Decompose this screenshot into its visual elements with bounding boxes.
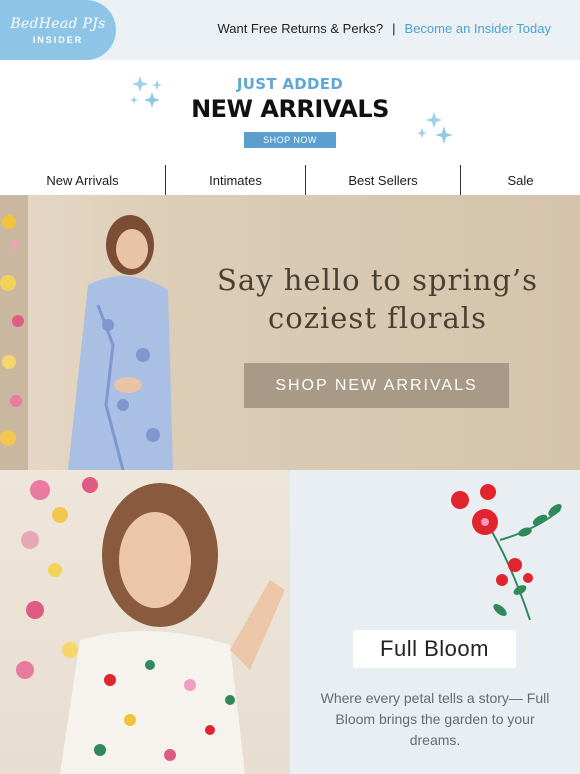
sparkle-icon <box>417 112 453 144</box>
logo-subtitle: INSIDER <box>32 34 84 45</box>
category-nav: New Arrivals Intimates Best Sellers Sale <box>0 165 580 195</box>
just-added-section: JUST ADDED NEW ARRIVALS SHOP NOW <box>0 60 580 164</box>
full-bloom-title: Full Bloom <box>353 630 516 668</box>
nav-new-arrivals[interactable]: New Arrivals <box>0 165 166 195</box>
become-insider-link[interactable]: Become an Insider Today <box>405 21 551 36</box>
full-bloom-model-photo[interactable] <box>0 470 290 774</box>
nav-best-sellers[interactable]: Best Sellers <box>306 165 461 195</box>
insider-logo[interactable]: BedHead PJs INSIDER <box>0 0 116 60</box>
promo-text: Want Free Returns & Perks? <box>217 21 384 36</box>
banner-floral-edge <box>0 195 28 470</box>
full-bloom-panel: Full Bloom Where every petal tells a sto… <box>290 470 580 774</box>
flower-illustration <box>451 484 562 621</box>
top-bar: BedHead PJs INSIDER Want Free Returns & … <box>0 0 580 60</box>
full-bloom-description: Where every petal tells a story— Full Bl… <box>320 690 550 748</box>
shop-now-button[interactable]: SHOP NOW <box>244 132 336 148</box>
promo-separator: | <box>392 21 396 36</box>
new-arrivals-title: NEW ARRIVALS <box>191 95 389 123</box>
model-in-floral-pajamas <box>16 477 285 774</box>
spring-florals-banner[interactable]: Say hello to spring’s coziest florals SH… <box>0 195 580 470</box>
logo-script-text: BedHead PJs <box>10 15 106 32</box>
nav-intimates[interactable]: Intimates <box>166 165 306 195</box>
shop-new-arrivals-button[interactable]: SHOP NEW ARRIVALS <box>244 363 509 408</box>
model-in-blue-floral-pajamas <box>68 215 173 470</box>
banner-headline: Say hello to spring’s coziest florals <box>210 261 545 337</box>
banner-headline-line2: coziest florals <box>268 301 487 335</box>
just-added-kicker: JUST ADDED <box>236 75 344 93</box>
banner-headline-line1: Say hello to spring’s <box>216 263 539 297</box>
nav-sale[interactable]: Sale <box>461 165 580 195</box>
promo-bar: Want Free Returns & Perks? | Become an I… <box>217 21 551 36</box>
